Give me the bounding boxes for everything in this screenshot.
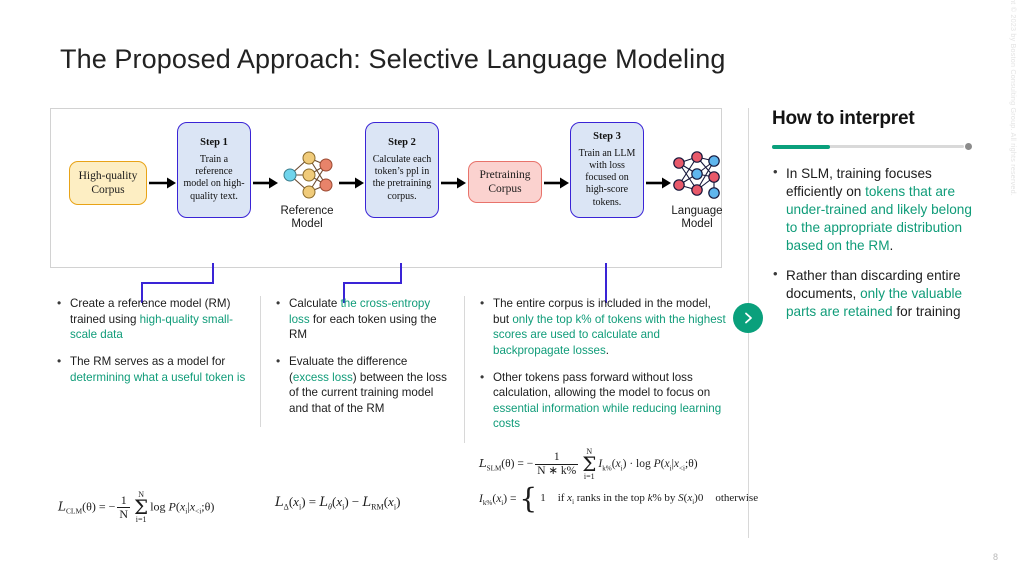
bullet-text: .	[889, 237, 894, 253]
how-to-interpret-panel: How to interpret In SLM, training focuse…	[772, 108, 972, 333]
formula-indicator: Ik%(xi) = {1 if xi ranks in the top k% b…	[479, 482, 759, 515]
arrow-1-icon	[149, 177, 176, 189]
node-line-1: High-quality	[78, 169, 138, 182]
node-step-2: Step 2 Calculate each token’s ppl in the…	[365, 122, 439, 218]
reference-model-network-icon	[283, 151, 333, 199]
copyright-notice: Copyright © 2023 by Boston Consulting Gr…	[1009, 0, 1018, 196]
arrow-2-icon	[253, 177, 278, 189]
bullet-text: Other tokens pass forward without loss c…	[493, 370, 711, 400]
explanation-columns: Create a reference model (RM) trained us…	[50, 295, 758, 546]
column-3-bullets: The entire corpus is included in the mod…	[479, 295, 730, 433]
step-2-body: Calculate each token’s ppl in the pretra…	[372, 154, 432, 202]
formula-excess-loss: LΔ(xi) = Lθ(xi) − LRM(xi)	[275, 494, 401, 512]
bullet-text: The RM serves as a model for	[70, 354, 226, 368]
lm-label-line-2: Model	[681, 218, 713, 231]
bullet-highlight: essential information while reducing lea…	[493, 401, 722, 431]
list-item: Calculate the cross-entropy loss for eac…	[275, 295, 450, 343]
node-step-1: Step 1 Train a reference model on high-q…	[177, 122, 251, 218]
progress-indicator[interactable]	[772, 142, 972, 151]
bullet-text: .	[605, 343, 610, 357]
explanation-column-2: Calculate the cross-entropy loss for eac…	[260, 295, 450, 512]
process-flow: High-quality Corpus Step 1 Train a refer…	[51, 109, 723, 267]
list-item: The entire corpus is included in the mod…	[479, 295, 730, 359]
progress-fill	[772, 145, 830, 149]
list-item: Evaluate the difference (excess loss) be…	[275, 353, 450, 417]
language-model-label: Language Model	[659, 205, 735, 231]
slide-root: The Proposed Approach: Selective Languag…	[0, 0, 1024, 576]
bullet-text: Calculate	[289, 297, 341, 310]
page-number: 8	[992, 552, 998, 562]
arrow-5-icon	[544, 177, 569, 189]
list-item: In SLM, training focuses efficiently on …	[772, 163, 972, 255]
step-1-title: Step 1	[200, 137, 228, 149]
formula-clm-loss: LCLM(θ) = −1 N N Σi=1 log P(xi|x<i;θ)	[58, 490, 215, 524]
explanation-column-3: The entire corpus is included in the mod…	[464, 295, 758, 513]
pretrain-line-1: Pretraining	[479, 168, 531, 181]
pretrain-line-2: Corpus	[488, 183, 522, 195]
panel-title: How to interpret	[772, 108, 915, 129]
bullet-text: for each token using the RM	[289, 312, 437, 342]
bullet-highlight: excess loss	[292, 370, 353, 384]
chevron-right-icon	[745, 312, 752, 324]
lm-label-line-1: Language	[671, 205, 723, 217]
step-3-title: Step 3	[593, 131, 621, 143]
node-step-3: Step 3 Train an LLM with loss focused on…	[570, 122, 644, 218]
list-item: Create a reference model (RM) trained us…	[56, 295, 254, 343]
reference-model-label: Reference Model	[270, 205, 344, 231]
formula-slm-loss: LSLM(θ) = −1 N ∗ k% N Σi=1 Ik%(xi) · log P(x…	[479, 447, 698, 481]
arrow-4-icon	[441, 177, 466, 189]
bullet-text: for training	[892, 303, 961, 319]
process-diagram-frame: High-quality Corpus Step 1 Train a refer…	[50, 108, 723, 268]
arrow-3-icon	[339, 177, 364, 189]
ref-label-line-2: Model	[291, 218, 323, 231]
ref-label-line-1: Reference	[280, 205, 334, 217]
next-section-button[interactable]	[733, 303, 763, 333]
bullet-highlight: only the top k% of tokens with the highe…	[493, 312, 726, 357]
panel-bullets: In SLM, training focuses efficiently on …	[772, 163, 972, 321]
column-1-bullets: Create a reference model (RM) trained us…	[56, 295, 254, 385]
step-2-title: Step 2	[388, 137, 416, 149]
step-3-body: Train an LLM with loss focused on high-s…	[578, 147, 636, 208]
progress-knob[interactable]	[965, 143, 972, 150]
column-2-bullets: Calculate the cross-entropy loss for eac…	[275, 295, 450, 417]
node-line-2: Corpus	[91, 184, 125, 196]
explanation-column-1: Create a reference model (RM) trained us…	[56, 295, 254, 523]
node-pretraining-corpus: Pretraining Corpus	[468, 161, 542, 203]
step-1-body: Train a reference model on high-quality …	[183, 154, 245, 202]
panel-bullet-list: In SLM, training focuses efficiently on …	[772, 163, 972, 321]
list-item: The RM serves as a model for determining…	[56, 353, 254, 385]
list-item: Rather than discarding entire documents,…	[772, 265, 972, 321]
page-title: The Proposed Approach: Selective Languag…	[60, 44, 726, 74]
bullet-highlight: determining what a useful token is	[70, 370, 246, 384]
language-model-network-icon	[673, 151, 720, 199]
list-item: Other tokens pass forward without loss c…	[479, 369, 730, 433]
node-high-quality-corpus: High-quality Corpus	[69, 161, 147, 205]
left-content-pane: High-quality Corpus Step 1 Train a refer…	[50, 108, 758, 538]
